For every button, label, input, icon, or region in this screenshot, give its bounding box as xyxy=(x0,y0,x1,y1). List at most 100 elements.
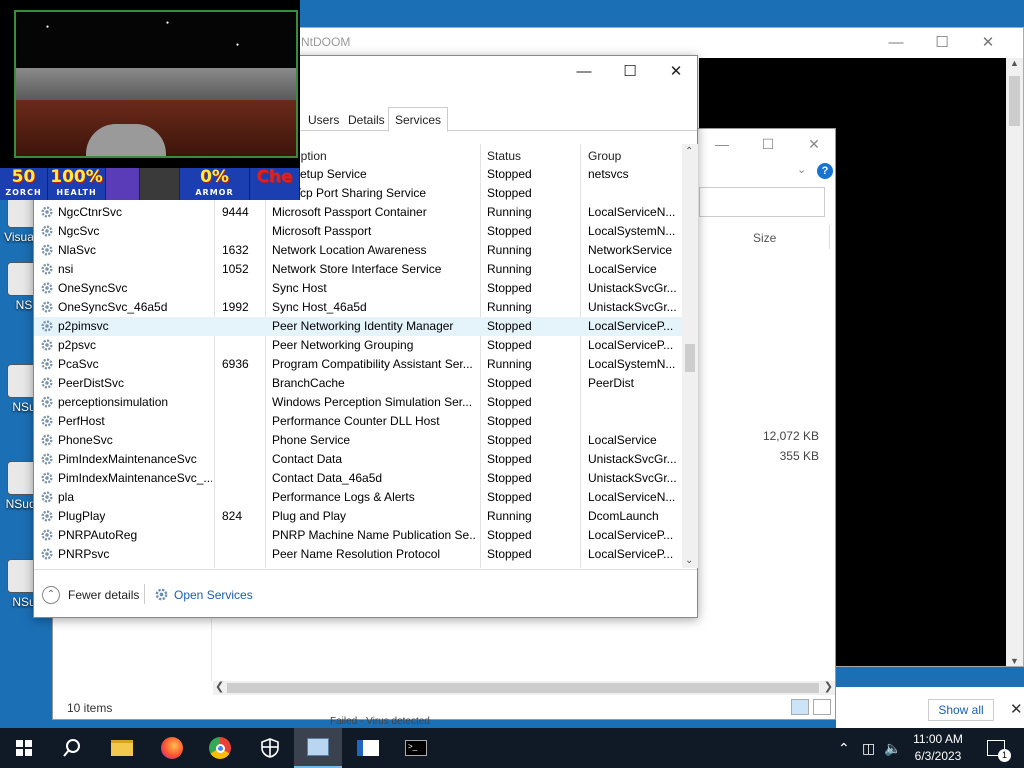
open-services-link[interactable]: Open Services xyxy=(174,588,253,602)
taskbar-security[interactable] xyxy=(246,728,294,768)
service-name: PNRPAutoReg xyxy=(58,528,138,542)
doom-game-view[interactable]: ● ● ● 50 ZORCH 100% HEALTH 0% ARMOR Che xyxy=(0,0,300,200)
explorer-horizontal-scrollbar[interactable]: ❮ ❯ xyxy=(213,681,835,695)
clock[interactable]: 11:00 AM 6/3/2023 xyxy=(902,731,974,765)
service-status: Running xyxy=(487,300,532,314)
service-row[interactable]: NgcCtnrSvc 9444 Microsoft Passport Contain… xyxy=(34,203,682,222)
scroll-up-icon[interactable]: ⌃ xyxy=(685,146,693,157)
scroll-down-icon[interactable]: ⌄ xyxy=(685,555,693,566)
service-row[interactable]: pla Performance Logs & Alerts Stopped Local… xyxy=(34,488,682,507)
taskbar-app[interactable] xyxy=(344,728,392,768)
star-icon: ● xyxy=(46,24,50,30)
service-row[interactable]: p2psvc Peer Networking Grouping Stopped Loc… xyxy=(34,336,682,355)
chevron-up-icon[interactable]: ⌃ xyxy=(838,728,850,768)
service-pid: 1632 xyxy=(222,243,249,257)
divider xyxy=(144,584,145,604)
fewer-details-button[interactable]: Fewer details xyxy=(68,588,139,602)
notification-center-button[interactable]: 1 xyxy=(984,728,1011,768)
service-row[interactable]: PimIndexMaintenanceSvc Contact Data Stoppe… xyxy=(34,450,682,469)
service-name: p2pimsvc xyxy=(58,319,109,333)
service-row[interactable]: PhoneSvc Phone Service Stopped LocalService xyxy=(34,431,682,450)
taskbar-terminal[interactable]: >_ xyxy=(392,728,440,768)
group-column-header[interactable]: Group xyxy=(588,144,621,168)
tm-close-button[interactable]: ✕ xyxy=(653,56,699,86)
service-row[interactable]: perceptionsimulation Windows Perception S… xyxy=(34,393,682,412)
service-status: Running xyxy=(487,509,532,523)
service-gear-icon xyxy=(41,415,53,427)
ntdoom-minimize-button[interactable]: — xyxy=(873,28,919,56)
firefox-icon xyxy=(161,737,183,759)
service-row[interactable]: nsi 1052 Network Store Interface Service Ru… xyxy=(34,260,682,279)
details-view-button[interactable] xyxy=(791,699,809,715)
scrollbar-thumb[interactable] xyxy=(227,683,819,693)
service-name: OneSyncSvc xyxy=(58,281,128,295)
description-column-header[interactable]: iption xyxy=(298,144,327,168)
status-column-header[interactable]: Status xyxy=(487,144,521,168)
notification-count-badge: 1 xyxy=(998,749,1011,762)
scrollbar-thumb[interactable] xyxy=(1009,76,1020,126)
doom-3d-viewport[interactable]: ● ● ● xyxy=(14,10,298,158)
network-icon[interactable]: ◫ xyxy=(862,728,875,768)
service-row[interactable]: PerfHost Performance Counter DLL Host Stop… xyxy=(34,412,682,431)
taskbar-file-explorer[interactable] xyxy=(98,728,146,768)
size-column-header[interactable]: Size xyxy=(753,231,776,245)
scroll-up-icon[interactable]: ▲ xyxy=(1010,58,1019,68)
service-status: Stopped xyxy=(487,471,532,485)
service-row[interactable]: NgcSvc Microsoft Passport Stopped LocalSyst… xyxy=(34,222,682,241)
scroll-right-icon[interactable]: ❯ xyxy=(824,680,833,693)
service-status: Running xyxy=(487,243,532,257)
tab-details[interactable]: Details xyxy=(342,110,391,131)
explorer-search-input[interactable] xyxy=(699,187,825,217)
search-button[interactable] xyxy=(48,728,96,768)
service-description: Microsoft Passport Container xyxy=(272,205,427,219)
shield-icon xyxy=(261,738,279,758)
service-row[interactable]: PcaSvc 6936 Program Compatibility Assistan… xyxy=(34,355,682,374)
service-pid: 1052 xyxy=(222,262,249,276)
chevron-down-icon[interactable]: ⌄ xyxy=(797,163,806,176)
taskbar-firefox[interactable] xyxy=(148,728,196,768)
show-all-button[interactable]: Show all xyxy=(928,699,994,721)
taskbar-task-manager[interactable] xyxy=(294,728,342,768)
service-group: DcomLaunch xyxy=(588,509,659,523)
service-description: PNRP Machine Name Publication Se... xyxy=(272,528,476,542)
service-gear-icon xyxy=(41,453,53,465)
service-name: p2psvc xyxy=(58,338,97,352)
service-row[interactable]: OneSyncSvc Sync Host Stopped UnistackSvcGr.… xyxy=(34,279,682,298)
tm-maximize-button[interactable]: ☐ xyxy=(607,56,653,86)
scroll-down-icon[interactable]: ▼ xyxy=(1010,656,1019,666)
close-icon[interactable]: ✕ xyxy=(1010,700,1023,718)
service-row[interactable]: NlaSvc 1632 Network Location Awareness Runn… xyxy=(34,241,682,260)
ntdoom-maximize-button[interactable]: ☐ xyxy=(919,28,965,56)
help-icon[interactable]: ? xyxy=(817,163,833,179)
tab-services[interactable]: Services xyxy=(388,107,449,132)
service-group: LocalServiceP... xyxy=(588,528,674,542)
doom-weapon xyxy=(86,124,166,156)
ntdoom-close-button[interactable]: ✕ xyxy=(965,28,1011,56)
chevron-up-icon[interactable]: ⌃ xyxy=(42,586,60,604)
service-row[interactable]: PNRPAutoReg PNRP Machine Name Publication… xyxy=(34,526,682,545)
tm-minimize-button[interactable]: — xyxy=(561,56,607,86)
explorer-minimize-button[interactable]: — xyxy=(699,129,745,159)
scroll-left-icon[interactable]: ❮ xyxy=(215,680,224,693)
service-group: NetworkService xyxy=(588,243,673,257)
service-pid: 1992 xyxy=(222,300,249,314)
service-row[interactable]: PimIndexMaintenanceSvc_... Contact Data_4… xyxy=(34,469,682,488)
ntdoom-scrollbar[interactable]: ▲ ▼ xyxy=(1006,58,1023,666)
service-name: nsi xyxy=(58,262,74,276)
service-row[interactable]: PNRPsvc Peer Name Resolution Protocol Stop… xyxy=(34,545,682,564)
taskbar-chrome[interactable] xyxy=(196,728,244,768)
tab-users[interactable]: Users xyxy=(302,110,345,131)
start-button[interactable] xyxy=(0,728,48,768)
service-row[interactable]: PlugPlay 824 Plug and Play Running DcomLaunc… xyxy=(34,507,682,526)
large-icons-view-button[interactable] xyxy=(813,699,831,715)
services-scrollbar[interactable]: ⌃ ⌄ xyxy=(682,144,698,568)
service-row[interactable]: OneSyncSvc_46a5d 1992 Sync Host_46a5d Runni… xyxy=(34,298,682,317)
service-row[interactable]: p2pimsvc Peer Networking Identity Manager… xyxy=(34,317,682,336)
doom-sky: ● ● ● xyxy=(16,12,296,72)
service-row[interactable]: PeerDistSvc BranchCache Stopped PeerDist xyxy=(34,374,682,393)
speaker-muted-icon[interactable]: 🔈 xyxy=(884,728,901,768)
service-name: pla xyxy=(58,490,75,504)
explorer-close-button[interactable]: ✕ xyxy=(791,129,837,159)
scrollbar-thumb[interactable] xyxy=(685,344,695,372)
explorer-maximize-button[interactable]: ☐ xyxy=(745,129,791,159)
